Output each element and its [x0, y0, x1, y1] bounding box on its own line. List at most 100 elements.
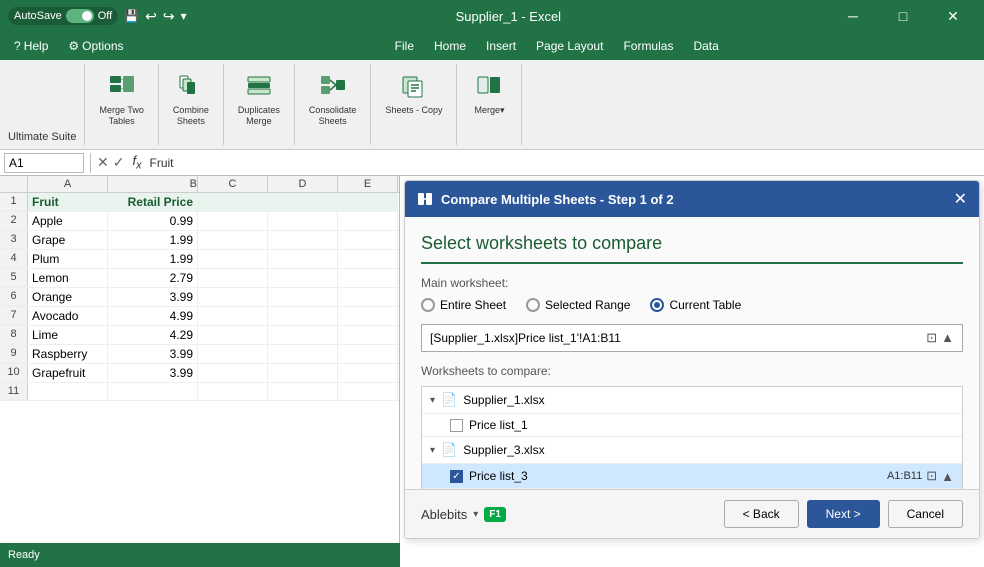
grid-cell[interactable]	[268, 250, 338, 268]
grid-cell[interactable]	[198, 231, 268, 249]
range-expand-icon[interactable]: ⊡	[926, 330, 937, 346]
grid-cell[interactable]	[198, 193, 268, 211]
radio-entire-sheet[interactable]: Entire Sheet	[421, 298, 506, 312]
duplicates-merge-btn[interactable]: DuplicatesMerge	[232, 66, 286, 131]
grid-cell[interactable]	[198, 269, 268, 287]
pricelist3-select[interactable]: ▲	[941, 469, 954, 484]
grid-cell[interactable]: 3.99	[108, 288, 198, 306]
grid-cell[interactable]: Plum	[28, 250, 108, 268]
grid-cell[interactable]	[338, 231, 398, 249]
menu-insert[interactable]: Insert	[476, 35, 526, 57]
grid-cell[interactable]: 3.99	[108, 364, 198, 382]
col-header-a[interactable]: A	[28, 176, 108, 192]
menu-home[interactable]: Home	[424, 35, 476, 57]
range-select-icon[interactable]: ▲	[941, 330, 954, 346]
radio-current-table[interactable]: Current Table	[650, 298, 741, 312]
save-icon[interactable]: 💾	[124, 9, 139, 23]
grid-cell[interactable]	[338, 250, 398, 268]
col-header-e[interactable]: E	[338, 176, 398, 192]
grid-cell[interactable]	[338, 212, 398, 230]
grid-cell[interactable]	[268, 326, 338, 344]
cancel-btn[interactable]: Cancel	[888, 500, 963, 528]
grid-cell[interactable]	[268, 269, 338, 287]
radio-selected-range[interactable]: Selected Range	[526, 298, 630, 312]
grid-cell[interactable]	[338, 364, 398, 382]
table-row[interactable]: 9Raspberry3.99	[0, 345, 399, 364]
grid-cell[interactable]: Lime	[28, 326, 108, 344]
name-box[interactable]: A1	[4, 153, 84, 173]
grid-cell[interactable]	[198, 364, 268, 382]
grid-cell[interactable]	[268, 193, 338, 211]
grid-cell[interactable]: Raspberry	[28, 345, 108, 363]
menu-file[interactable]: File	[385, 35, 424, 57]
file-row-supplier1[interactable]: ▾ 📄 Supplier_1.xlsx	[422, 387, 962, 414]
autosave-pill[interactable]	[66, 9, 94, 23]
col-header-d[interactable]: D	[268, 176, 338, 192]
grid-cell[interactable]	[268, 364, 338, 382]
grid-cell[interactable]: Fruit	[28, 193, 108, 211]
grid-cell[interactable]	[268, 383, 338, 400]
grid-cell[interactable]	[338, 193, 398, 211]
merge-two-tables-btn[interactable]: Merge TwoTables	[93, 66, 149, 131]
grid-cell[interactable]	[198, 307, 268, 325]
grid-cell[interactable]: Grape	[28, 231, 108, 249]
redo-btn[interactable]: ↪	[163, 8, 175, 25]
minimize-btn[interactable]: ─	[830, 0, 876, 32]
grid-cell[interactable]: Apple	[28, 212, 108, 230]
grid-cell[interactable]	[268, 231, 338, 249]
back-btn[interactable]: < Back	[724, 500, 799, 528]
consolidate-sheets-btn[interactable]: ConsolidateSheets	[303, 66, 363, 131]
f1-badge[interactable]: F1	[484, 507, 506, 522]
grid-cell[interactable]	[338, 383, 398, 400]
sheet-row-pricelist3[interactable]: ✓ Price list_3 A1:B11 ⊡ ▲	[422, 464, 962, 489]
checkbox-pricelist3[interactable]: ✓	[450, 470, 463, 483]
restore-btn[interactable]: □	[880, 0, 926, 32]
dialog-close-btn[interactable]: ✕	[954, 189, 967, 209]
grid-cell[interactable]	[268, 307, 338, 325]
table-row[interactable]: 4Plum1.99	[0, 250, 399, 269]
grid-cell[interactable]: 2.79	[108, 269, 198, 287]
grid-cell[interactable]	[268, 288, 338, 306]
sheet-row-pricelist1[interactable]: Price list_1	[422, 414, 962, 437]
table-row[interactable]: 7Avocado4.99	[0, 307, 399, 326]
grid-cell[interactable]	[268, 345, 338, 363]
grid-cell[interactable]	[198, 383, 268, 400]
grid-cell[interactable]	[338, 288, 398, 306]
grid-cell[interactable]: 1.99	[108, 231, 198, 249]
grid-cell[interactable]: 0.99	[108, 212, 198, 230]
grid-cell[interactable]: Lemon	[28, 269, 108, 287]
next-btn[interactable]: Next >	[807, 500, 880, 528]
file-row-supplier3[interactable]: ▾ 📄 Supplier_3.xlsx	[422, 437, 962, 464]
grid-cell[interactable]	[338, 345, 398, 363]
combine-sheets-btn[interactable]: CombineSheets	[167, 66, 215, 131]
close-btn[interactable]: ✕	[930, 0, 976, 32]
merge-btn[interactable]: Merge▾	[465, 66, 513, 120]
grid-cell[interactable]	[28, 383, 108, 400]
checkbox-pricelist1[interactable]	[450, 419, 463, 432]
table-row[interactable]: 8Lime4.29	[0, 326, 399, 345]
grid-cell[interactable]: 1.99	[108, 250, 198, 268]
grid-cell[interactable]	[198, 250, 268, 268]
grid-cell[interactable]: Avocado	[28, 307, 108, 325]
menu-page-layout[interactable]: Page Layout	[526, 35, 613, 57]
grid-cell[interactable]: Grapefruit	[28, 364, 108, 382]
brand-chevron[interactable]: ▾	[473, 509, 478, 520]
formula-cancel-icon[interactable]: ✕	[97, 154, 109, 171]
table-row[interactable]: 6Orange3.99	[0, 288, 399, 307]
grid-cell[interactable]	[198, 212, 268, 230]
col-header-c[interactable]: C	[198, 176, 268, 192]
grid-cell[interactable]: Retail Price	[108, 193, 198, 211]
grid-cell[interactable]	[198, 288, 268, 306]
options-btn[interactable]: ⚙Options	[58, 35, 133, 57]
grid-cell[interactable]: 4.99	[108, 307, 198, 325]
grid-cell[interactable]: Orange	[28, 288, 108, 306]
undo-btn[interactable]: ↩	[145, 8, 157, 25]
table-row[interactable]: 11	[0, 383, 399, 401]
grid-cell[interactable]	[338, 269, 398, 287]
grid-cell[interactable]	[198, 345, 268, 363]
col-header-b[interactable]: B	[108, 176, 198, 192]
formula-confirm-icon[interactable]: ✓	[113, 154, 125, 171]
grid-cell[interactable]	[198, 326, 268, 344]
table-row[interactable]: 1FruitRetail Price	[0, 193, 399, 212]
grid-cell[interactable]: 3.99	[108, 345, 198, 363]
